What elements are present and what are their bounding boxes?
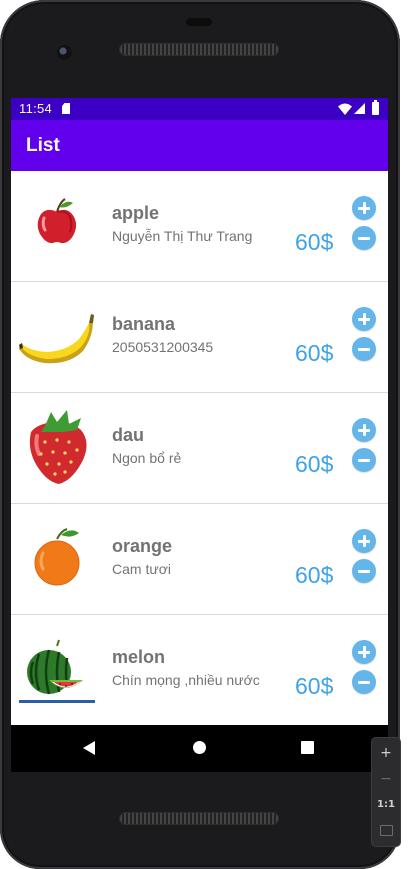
minus-circle-icon[interactable] xyxy=(352,226,376,250)
item-description: 2050531200345 xyxy=(112,339,214,355)
item-price: 60$ xyxy=(295,451,334,477)
item-price: 60$ xyxy=(295,673,334,699)
item-price: 60$ xyxy=(295,229,334,255)
earpiece xyxy=(186,18,212,26)
back-icon[interactable] xyxy=(83,741,95,755)
app-title: List xyxy=(26,135,60,156)
plus-circle-icon[interactable] xyxy=(352,529,376,553)
fit-screen-icon[interactable] xyxy=(380,825,393,836)
item-name: orange xyxy=(112,536,173,556)
list-item[interactable]: apple Nguyễn Thị Thư Trang 60$ xyxy=(11,171,388,282)
strawberry-image xyxy=(29,410,87,484)
zoom-out-button[interactable]: − xyxy=(372,766,400,792)
item-name: apple xyxy=(112,203,160,223)
emulator-toolbar: + − 1:1 xyxy=(372,738,400,846)
list-item[interactable]: dau Ngon bổ rẻ 60$ xyxy=(11,393,388,504)
minus-circle-icon[interactable] xyxy=(352,448,376,472)
status-bar: 11:54 xyxy=(11,98,388,120)
app-bar: List xyxy=(11,120,388,171)
home-icon[interactable] xyxy=(193,741,206,754)
signal-icon xyxy=(354,103,365,114)
list-item[interactable]: orange Cam tươi 60$ xyxy=(11,504,388,615)
list-item[interactable]: melon Chín mọng ,nhiều nước 60$ xyxy=(11,615,388,725)
item-name: dau xyxy=(112,425,145,445)
minus-circle-icon[interactable] xyxy=(352,337,376,361)
item-description: Nguyễn Thị Thư Trang xyxy=(112,228,253,244)
front-camera xyxy=(57,45,72,60)
plus-circle-icon[interactable] xyxy=(352,640,376,664)
plus-circle-icon[interactable] xyxy=(352,418,376,442)
orange-image xyxy=(34,528,80,586)
item-price: 60$ xyxy=(295,562,334,588)
item-description: Ngon bổ rẻ xyxy=(112,450,182,466)
plus-circle-icon[interactable] xyxy=(352,307,376,331)
sd-card-icon xyxy=(62,103,70,114)
recents-icon[interactable] xyxy=(301,741,314,754)
item-name: banana xyxy=(112,314,176,334)
phone-frame: 11:54 List apple Nguyễn Thị Thư Trang 60… xyxy=(0,0,400,869)
list-item[interactable]: banana 2050531200345 60$ xyxy=(11,282,388,393)
banana-image xyxy=(19,314,94,364)
plus-circle-icon[interactable] xyxy=(352,196,376,220)
item-price: 60$ xyxy=(295,340,334,366)
item-description: Cam tươi xyxy=(112,561,172,577)
item-description: Chín mọng ,nhiều nước xyxy=(112,672,260,688)
phone-screen: 11:54 List apple Nguyễn Thị Thư Trang 60… xyxy=(11,98,388,772)
navigation-bar xyxy=(11,725,388,772)
fruit-list[interactable]: apple Nguyễn Thị Thư Trang 60$ banana 20… xyxy=(11,171,388,725)
actual-size-button[interactable]: 1:1 xyxy=(372,792,400,818)
bottom-speaker-grille xyxy=(120,813,278,824)
apple-image xyxy=(37,198,77,244)
status-time: 11:54 xyxy=(19,101,53,116)
watermelon-image xyxy=(19,639,95,703)
minus-circle-icon[interactable] xyxy=(352,559,376,583)
battery-icon xyxy=(372,100,379,115)
wifi-icon xyxy=(338,103,352,115)
item-name: melon xyxy=(112,647,166,667)
minus-circle-icon[interactable] xyxy=(352,670,376,694)
zoom-in-button[interactable]: + xyxy=(372,740,400,766)
top-speaker-grille xyxy=(120,44,278,55)
